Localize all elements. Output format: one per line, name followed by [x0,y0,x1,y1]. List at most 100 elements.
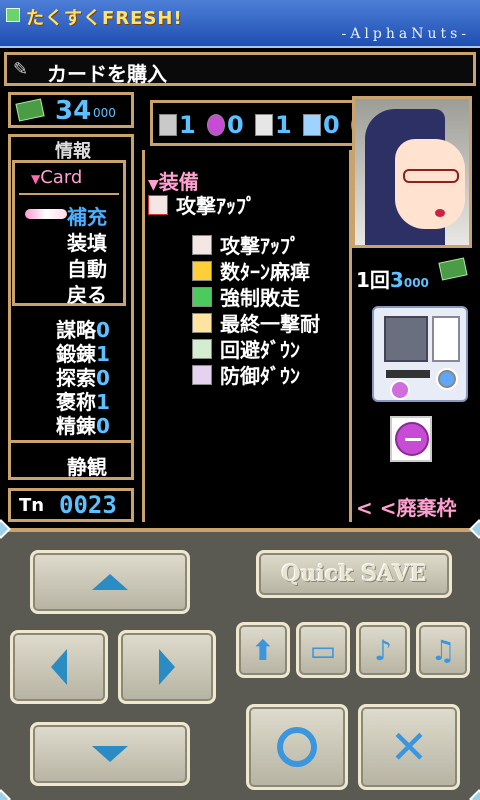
checker-card-icon [159,114,177,136]
cost-unit: 000 [403,276,429,290]
music-note-icon: ♪ [374,633,392,667]
purple-coin-icon [395,422,429,456]
card-option-label: 回避ﾀﾞｳﾝ [220,338,300,362]
stat-label: 精錬 [56,414,96,438]
turn-label: Tn [19,495,45,516]
card-option[interactable]: 強制敗走 [192,282,300,311]
money-amount: 34 [55,96,92,126]
app-title: たくすくFRESH! [26,8,183,29]
count-item: 1 [255,111,292,139]
money-display: 34 000 [8,92,134,128]
card-option-label: 最終一撃耐 [220,312,320,336]
count-value: 1 [275,111,292,139]
dpad-up-button[interactable] [30,550,190,614]
music-settings-icon: ♫ [430,633,456,667]
card-option[interactable]: 防御ﾀﾞｳﾝ [192,360,300,389]
stat-row[interactable]: 精錬0 [56,410,110,439]
menu-item-refill[interactable]: 補充 [67,201,107,230]
count-value: 0 [323,111,340,139]
card-menu: ▼Card 補充 装填 自動 戻る [12,160,126,308]
money-unit: 000 [93,106,116,120]
cash-icon [15,98,45,122]
corner-ornament-icon [469,789,480,800]
menu-item-back[interactable]: 戻る [67,279,107,308]
purple-coin-icon [207,114,225,136]
action-box[interactable]: 静観 [8,440,134,480]
count-item: 0 [303,111,340,139]
cost-times: 1回 [356,268,390,292]
action-label: 静観 [67,455,107,479]
scroll-up-button[interactable]: ⬆ [236,622,290,678]
feather-icon: ✎ [13,59,29,80]
card-option-label: 強制敗走 [220,286,300,310]
developer-name: -AlphaNuts- [341,26,470,42]
evade-down-icon [192,338,212,359]
dpad-left-button[interactable] [10,630,108,704]
attack-up-icon [148,194,168,215]
title-bar: たくすくFRESH! -AlphaNuts- [0,0,480,48]
count-value: 1 [179,111,196,139]
character-portrait [352,96,472,248]
glasses-icon [403,169,459,183]
cost-display: 1回3000 [356,264,429,293]
card-option-label: 攻撃ｱｯﾌﾟ [220,234,300,258]
card-vending-machine[interactable] [372,306,468,402]
count-item: 0 [207,111,244,139]
dpad-right-button[interactable] [118,630,216,704]
cancel-button[interactable]: ✕ [358,704,460,790]
card-option-label: 防御ﾀﾞｳﾝ [220,364,300,388]
up-arrow-icon: ⬆ [251,633,275,667]
menu-item-auto[interactable]: 自動 [67,253,107,282]
arrow-up-icon [92,574,128,590]
quick-save-button[interactable]: Quick SAVE [256,550,452,598]
defense-down-icon [192,364,212,385]
machine-button-icon [436,368,458,390]
window-icon: ▭ [309,633,337,667]
screen-title: カードを購入 [47,62,167,86]
controller-pad: Quick SAVE ⬆ ▭ ♪ ♫ ✕ [0,519,480,800]
count-value: 0 [227,111,244,139]
sound-settings-button[interactable]: ♫ [416,622,470,678]
cross-icon: ✕ [389,720,429,774]
quick-save-label: Quick SAVE [281,561,427,587]
attack-up-icon [192,234,212,255]
equipped-card[interactable]: 攻撃ｱｯﾌﾟ [148,190,256,219]
card-option[interactable]: 攻撃ｱｯﾌﾟ [192,230,300,259]
paralyze-icon [192,260,212,281]
corner-ornament-icon [0,519,11,539]
app-icon [6,8,20,22]
stat-value: 0 [96,414,110,438]
dpad-down-button[interactable] [30,722,190,786]
window-button[interactable]: ▭ [296,622,350,678]
card-option[interactable]: 数ﾀｰﾝ麻痺 [192,256,310,285]
card-option-label: 数ﾀｰﾝ麻痺 [220,260,310,284]
purple-coin-icon [390,380,410,400]
turn-counter: Tn 0023 [8,488,134,522]
equipped-card-label: 攻撃ｱｯﾌﾟ [176,194,256,218]
confirm-button[interactable] [246,704,348,790]
rout-icon [192,286,212,307]
corner-ornament-icon [469,519,480,539]
card-menu-title: ▼Card [31,167,83,188]
count-item: 1 [159,111,196,139]
corner-ornament-icon [0,789,11,800]
cash-icon [438,257,468,281]
arrow-left-icon [51,649,67,685]
card-option[interactable]: 回避ﾀﾞｳﾝ [192,334,300,363]
turn-value: 0023 [59,491,117,519]
divider [19,193,119,195]
cost-amount: 3 [389,268,404,292]
card-option[interactable]: 最終一撃耐 [192,308,320,337]
menu-item-load[interactable]: 装填 [67,227,107,256]
heart-icon [192,312,212,333]
selected-coin-card[interactable] [390,416,432,462]
discard-slot-link[interactable]: < <廃棄枠 [356,492,456,521]
magnifier-icon [303,114,321,136]
arrow-down-icon [92,746,128,762]
screen-header: ✎ カードを購入 [4,52,476,86]
selection-cursor-icon [25,209,67,219]
music-button[interactable]: ♪ [356,622,410,678]
bottle-icon [255,114,273,136]
arrow-right-icon [159,649,175,685]
circle-icon [277,727,317,767]
